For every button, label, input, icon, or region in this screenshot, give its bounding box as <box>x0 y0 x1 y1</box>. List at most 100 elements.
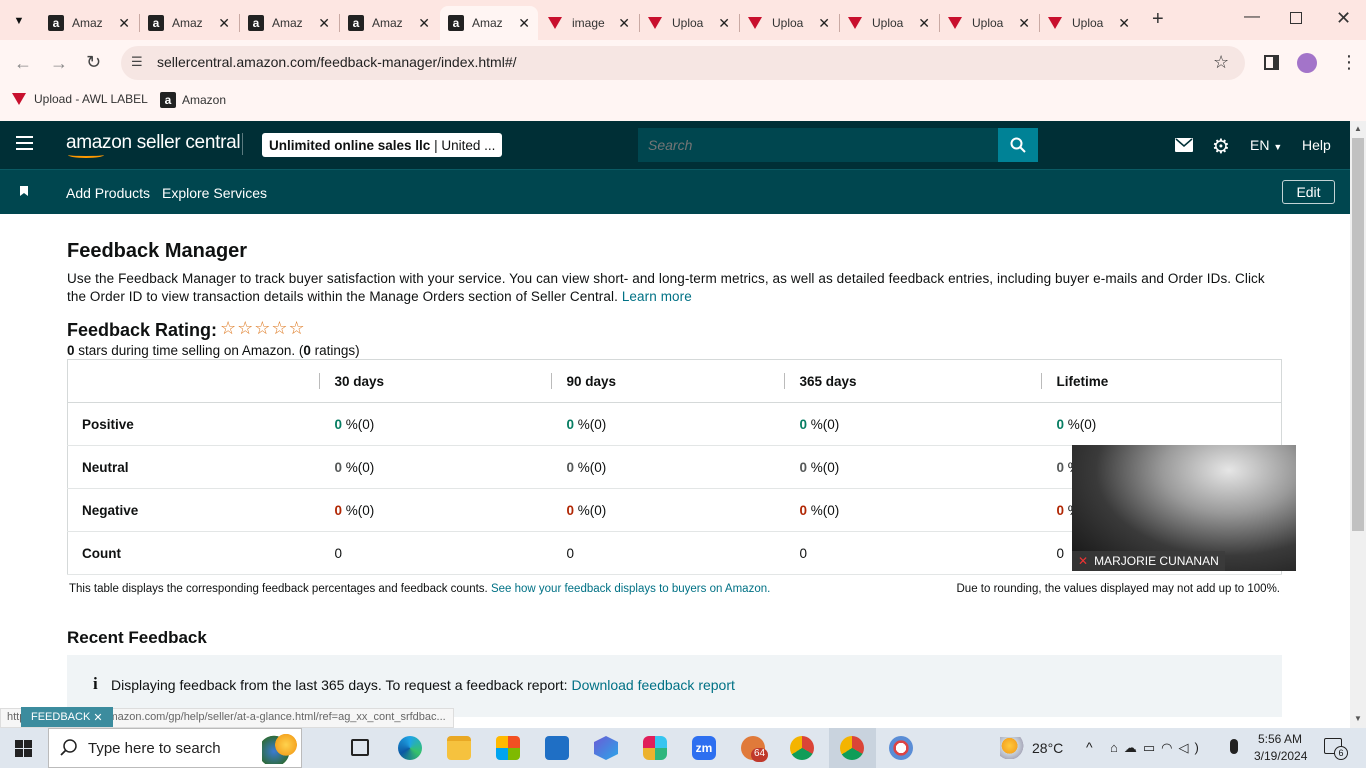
nav-explore-services[interactable]: Explore Services <box>162 185 267 201</box>
bookmark-upload-awl[interactable]: Upload - AWL LABEL <box>12 92 148 106</box>
file-explorer-icon[interactable] <box>447 736 471 760</box>
cell-value: 0 <box>1056 416 1065 432</box>
search-button[interactable] <box>998 128 1038 162</box>
store-icon[interactable] <box>496 736 520 760</box>
app-icon[interactable] <box>889 736 913 760</box>
tab-close-icon[interactable]: ✕ <box>818 15 830 32</box>
search-input[interactable] <box>638 128 998 162</box>
feedback-button[interactable]: FEEDBACK ✕ <box>21 707 113 727</box>
forward-icon[interactable]: → <box>50 53 68 74</box>
weather-tray-icon[interactable] <box>1000 737 1024 759</box>
browser-tab[interactable]: Uploa ✕ <box>940 6 1038 40</box>
info-text: Displaying feedback from the last 365 da… <box>111 677 568 693</box>
amazon-icon: a <box>48 15 64 31</box>
table-cell: 0 %(0) <box>550 402 784 446</box>
browser-tab[interactable]: a Amaz ✕ <box>340 6 438 40</box>
task-view-icon[interactable] <box>351 739 369 756</box>
clock-date[interactable]: 3/19/2024 <box>1254 749 1307 763</box>
tray-chevron-up-icon[interactable]: ^ <box>1086 739 1093 755</box>
table-cell: 0 %(0) <box>783 445 1041 489</box>
account-switcher[interactable]: Unlimited online sales llc | United ... <box>262 133 502 157</box>
mail-app-icon[interactable] <box>545 736 569 760</box>
feedback-rating-title: Feedback Rating: <box>67 320 218 340</box>
cell-value: 0 <box>334 459 343 475</box>
side-panel-icon[interactable] <box>1264 55 1279 70</box>
hamburger-menu-icon[interactable] <box>16 136 33 150</box>
slack-icon[interactable] <box>643 736 667 760</box>
bookmark-star-icon[interactable]: ☆ <box>1213 52 1229 73</box>
tab-close-icon[interactable]: ✕ <box>918 15 930 32</box>
feedback-button-label: FEEDBACK <box>31 711 91 723</box>
tab-close-icon[interactable]: ✕ <box>518 15 530 32</box>
tab-close-icon[interactable]: ✕ <box>1018 15 1030 32</box>
chrome-icon[interactable] <box>790 736 814 760</box>
profile-avatar[interactable] <box>1297 53 1317 73</box>
help-link[interactable]: Help <box>1302 137 1331 153</box>
temperature-text[interactable]: 28°C <box>1032 740 1063 756</box>
edge-icon[interactable] <box>398 736 422 760</box>
tab-close-icon[interactable]: ✕ <box>318 15 330 32</box>
table-cell: 0 %(0) <box>550 445 784 489</box>
table-cell: 0 <box>318 531 551 575</box>
language-selector[interactable]: EN ▼ <box>1250 137 1282 153</box>
chrome-active-icon[interactable] <box>840 736 864 760</box>
seller-central-logo[interactable]: amazon seller central <box>66 132 241 154</box>
browser-tab[interactable]: a Amaz ✕ <box>140 6 238 40</box>
browser-tab[interactable]: a Amaz ✕ <box>240 6 338 40</box>
scroll-up-icon[interactable]: ▲ <box>1354 124 1362 133</box>
weather-widget-icon[interactable] <box>262 732 302 764</box>
browser-tab[interactable]: Uploa ✕ <box>640 6 738 40</box>
tab-close-icon[interactable]: ✕ <box>118 15 130 32</box>
microphone-icon[interactable] <box>1230 739 1238 754</box>
restore-icon[interactable] <box>1290 12 1302 24</box>
url-text[interactable]: sellercentral.amazon.com/feedback-manage… <box>157 54 517 70</box>
account-name: Unlimited online sales llc <box>269 137 431 153</box>
tray-icons[interactable]: ⌂☁▭◠◁) <box>1110 740 1205 756</box>
browser-menu-icon[interactable]: ⋮ <box>1340 52 1358 73</box>
bookmark-amazon[interactable]: a Amazon <box>160 92 226 108</box>
feedback-display-link[interactable]: See how your feedback displays to buyers… <box>491 583 770 595</box>
browser-tab[interactable]: Uploa ✕ <box>1040 6 1138 40</box>
close-window-icon[interactable]: ✕ <box>1336 8 1351 29</box>
amazon-icon: a <box>248 15 264 31</box>
reload-icon[interactable]: ↻ <box>86 52 101 73</box>
tab-close-icon[interactable]: ✕ <box>418 15 430 32</box>
windows-start-icon[interactable] <box>15 740 32 757</box>
site-info-icon[interactable]: ☰ <box>131 54 143 70</box>
browser-tab[interactable]: a Amaz ✕ <box>440 6 538 40</box>
browser-tab[interactable]: Uploa ✕ <box>840 6 938 40</box>
edit-nav-button[interactable]: Edit <box>1282 180 1335 204</box>
scrollbar-thumb[interactable] <box>1352 138 1364 531</box>
table-cell: 0 %(0) <box>318 445 551 489</box>
cell-suffix: %(0) <box>807 459 840 475</box>
stars-text: stars during time selling on Amazon. ( <box>74 343 304 358</box>
settings-gear-icon[interactable]: ⚙ <box>1212 134 1230 159</box>
amazon-icon: a <box>348 15 364 31</box>
learn-more-link[interactable]: Learn more <box>622 289 692 304</box>
back-icon[interactable]: ← <box>14 53 32 74</box>
table-cell: 0 <box>783 531 1041 575</box>
tab-close-icon[interactable]: ✕ <box>718 15 730 32</box>
upload-icon <box>948 17 962 29</box>
stars-summary: 0 stars during time selling on Amazon. (… <box>67 343 360 358</box>
browser-tab[interactable]: Uploa ✕ <box>740 6 838 40</box>
browser-tab[interactable]: a Amaz ✕ <box>40 6 138 40</box>
browser-tab[interactable]: image ✕ <box>540 6 638 40</box>
clock-time[interactable]: 5:56 AM <box>1258 732 1302 746</box>
tab-title: Uploa <box>872 16 904 30</box>
minimize-icon[interactable]: — <box>1244 8 1260 26</box>
tab-close-icon[interactable]: ✕ <box>618 15 630 32</box>
nav-add-products[interactable]: Add Products <box>66 185 150 201</box>
tab-close-icon[interactable]: ✕ <box>218 15 230 32</box>
download-feedback-report-link[interactable]: Download feedback report <box>571 677 734 693</box>
video-call-overlay[interactable]: ✕ MARJORIE CUNANAN <box>1072 445 1296 571</box>
tab-close-icon[interactable]: ✕ <box>1118 15 1130 32</box>
new-tab-icon[interactable]: + <box>1152 8 1164 31</box>
scroll-down-icon[interactable]: ▼ <box>1354 714 1362 723</box>
zoom-icon[interactable]: zm <box>692 736 716 760</box>
table-cell: 0 %(0) <box>550 488 784 532</box>
close-icon[interactable]: ✕ <box>93 711 102 724</box>
mail-icon[interactable] <box>1175 138 1193 152</box>
tab-search-icon[interactable]: ▼ <box>8 10 30 32</box>
cell-value: 0 <box>334 416 343 432</box>
